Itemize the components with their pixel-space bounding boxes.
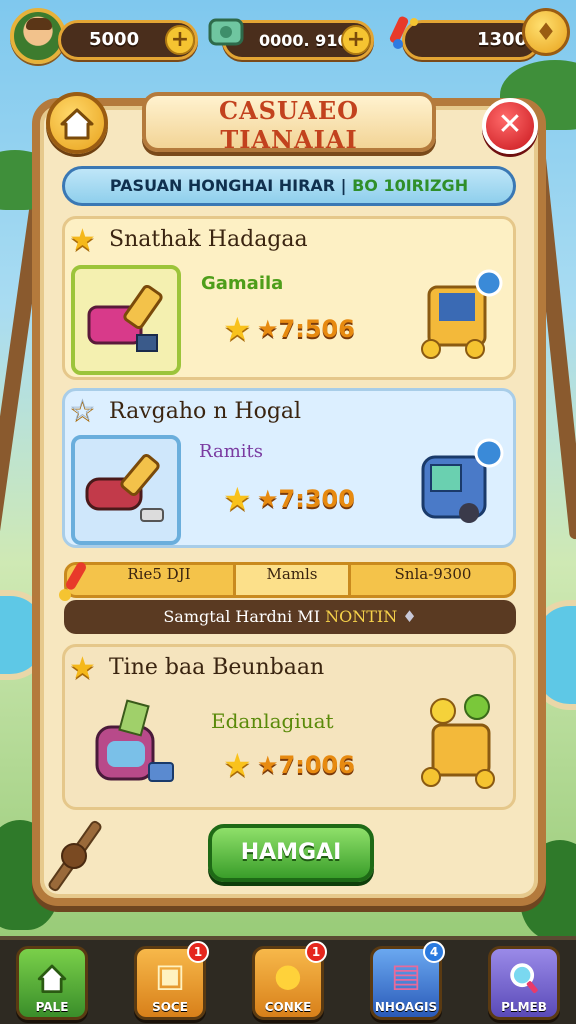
nav-orb[interactable]: ● 1 CONKE	[252, 941, 327, 1020]
notice-highlight: NONTIN	[325, 607, 398, 626]
offer-title: Snathak Hadagaa	[109, 227, 308, 252]
price-star-icon: ★	[223, 310, 252, 348]
offer-price-value: 7:300	[278, 485, 355, 513]
item-frame	[71, 435, 181, 545]
notification-badge: 1	[305, 941, 327, 963]
offer-price: ★7:300	[257, 485, 355, 513]
nav-book[interactable]: ▤ 4 NHOAGIS	[370, 941, 445, 1020]
blaster-icon	[85, 454, 164, 522]
coin-counter: 5000 +	[58, 20, 198, 60]
nav-home-label: PALE	[35, 1000, 69, 1014]
event-banner: PASUAN HONGHAI HIRAR | BO 10IRIZGH	[62, 166, 516, 206]
backpack-icon	[95, 699, 174, 782]
energy-value: 1300	[477, 29, 528, 50]
nav-chest-label: SOCE	[152, 1000, 188, 1014]
top-resource-bar: 5000 + 0000. 9100 + 1300 ♦	[0, 8, 576, 64]
offer-sublabel: Edanlagiuat	[211, 709, 334, 733]
notification-badge: 4	[423, 941, 445, 963]
category-tabs: Rie5 DJI Mamls Snla-9300	[59, 562, 516, 601]
close-button[interactable]: ✕	[482, 98, 538, 154]
offer-title: Ravgaho n Hogal	[109, 399, 302, 424]
event-banner-text: PASUAN HONGHAI HIRAR	[109, 176, 336, 195]
tab-third[interactable]: Snla-9300	[353, 565, 513, 595]
notice-text: Samgtal Hardni MI	[163, 607, 321, 626]
coin-chest-icon	[421, 694, 495, 789]
panel-title: CASUAEO TIANAIAI	[142, 92, 436, 154]
wooden-stick-icon	[48, 820, 102, 892]
offer-price: ★7:506	[257, 315, 355, 343]
offer-card-1[interactable]: ★ Snathak Hadagaa Gamaila ★ ★7:506	[62, 216, 516, 380]
event-banner-highlight: BO 10IRIZGH	[352, 176, 469, 195]
price-star-icon: ★	[223, 480, 252, 518]
nav-home[interactable]: PALE	[16, 946, 88, 1020]
offer-price-value: 7:006	[278, 751, 355, 779]
blaster-icon	[87, 284, 163, 352]
nav-search[interactable]: PLMEB	[488, 946, 560, 1020]
shield-small-icon: ♦	[402, 607, 417, 626]
notice-bar: Samgtal Hardni MI NONTIN ♦	[64, 600, 516, 634]
price-star-icon: ★	[223, 746, 252, 784]
add-gems-button[interactable]: +	[341, 25, 371, 55]
tab-second[interactable]: Mamls	[233, 565, 351, 595]
star-icon: ★	[69, 223, 96, 258]
star-icon: ★	[69, 651, 96, 686]
offer-title: Tine baa Beunbaan	[109, 655, 325, 680]
offer-sublabel: Ramits	[199, 441, 263, 462]
home-icon	[60, 108, 94, 140]
nav-search-label: PLMEB	[501, 1000, 547, 1014]
treasure-box-icon	[421, 269, 503, 359]
offer-price-value: 7:506	[278, 315, 355, 343]
tab-first[interactable]: Rie5 DJI	[87, 565, 231, 595]
home-button[interactable]	[46, 92, 108, 154]
potion-icon	[389, 16, 418, 49]
search-icon	[510, 963, 538, 994]
offer-sublabel: Gamaila	[201, 273, 284, 294]
item-frame	[71, 265, 181, 375]
notification-badge: 1	[187, 941, 209, 963]
nav-book-label: NHOAGIS	[374, 1000, 438, 1014]
add-coins-button[interactable]: +	[165, 25, 195, 55]
offer-card-2[interactable]: ☆ Ravgaho n Hogal Ramits ★ ★7:300	[62, 388, 516, 548]
nav-orb-label: CONKE	[264, 1000, 312, 1014]
buy-button[interactable]: HAMGAI	[208, 824, 374, 882]
gem-icon	[208, 18, 244, 46]
nav-chest[interactable]: ▣ 1 SOCE	[134, 941, 209, 1020]
offer-card-3[interactable]: ★ Tine baa Beunbaan Edanlagiuat ★ ★7:006	[62, 644, 516, 810]
shield-icon[interactable]: ♦	[522, 8, 570, 56]
star-outline-icon: ☆	[69, 393, 96, 428]
offer-price: ★7:006	[257, 751, 355, 779]
gadget-box-icon	[421, 438, 504, 523]
bottom-navigation: PALE ▣ 1 SOCE ● 1 CONKE ▤ 4 NHOAGIS PLME…	[0, 936, 576, 1024]
coin-value: 5000	[89, 29, 140, 50]
event-banner-divider: |	[340, 176, 347, 195]
home-icon	[37, 964, 67, 994]
